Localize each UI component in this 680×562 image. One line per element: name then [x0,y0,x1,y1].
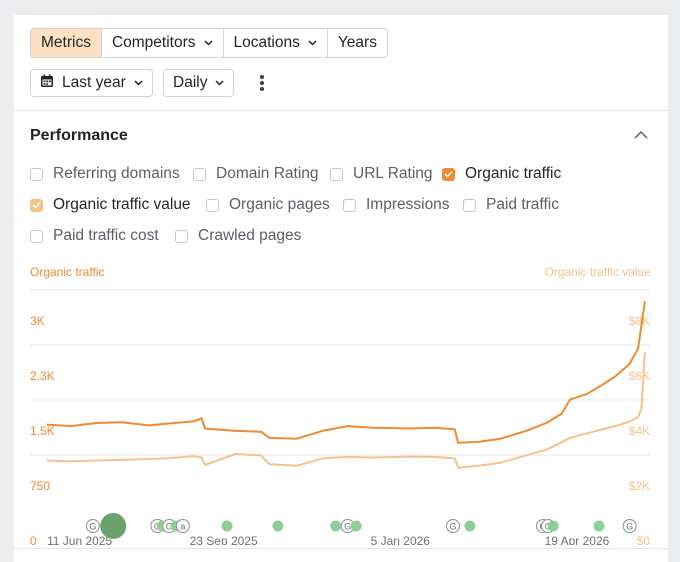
checkbox-box[interactable] [193,167,206,181]
tab-metrics[interactable]: Metrics [31,29,102,57]
more-vertical-icon[interactable] [254,72,270,94]
event-marker[interactable] [547,520,559,532]
marker-glyph: G [344,522,351,532]
tab-metrics-label: Metrics [41,34,91,51]
event-marker[interactable] [464,520,476,532]
checkbox-label: Impressions [366,196,450,213]
checkbox-organic-traffic-value[interactable]: Organic traffic value [30,196,191,214]
tab-competitors-label: Competitors [111,34,196,51]
series-line-organic-traffic [46,300,646,444]
checkbox-box[interactable] [30,198,43,212]
checkbox-organic-traffic[interactable]: Organic traffic [442,165,561,183]
checkbox-label: URL Rating [353,165,433,182]
event-marker[interactable] [350,520,362,532]
tab-locations[interactable]: Locations [224,29,328,57]
section-title: Performance [30,127,128,144]
checkbox-box[interactable] [442,167,455,181]
x-tick-label: 19 Apr 2026 [545,534,610,545]
left-tick-label: 3K [30,314,45,328]
event-marker-large[interactable] [100,513,127,539]
right-tick-label: $0 [637,534,651,545]
right-tick-label: $2K [629,479,650,493]
checkbox-impressions[interactable]: Impressions [343,196,450,214]
marker-glyph: G [89,522,96,532]
right-tick-label: $8K [629,314,650,328]
left-tick-label: 750 [30,479,50,493]
checkbox-label: Domain Rating [216,165,319,182]
chevron-up-icon[interactable] [633,128,649,142]
check-icon [444,170,453,178]
checkbox-label: Organic traffic value [53,196,191,213]
period-label: Last year [62,74,126,91]
right-tick-label: $4K [629,424,650,438]
tab-competitors[interactable]: Competitors [102,29,224,57]
checkbox-url-rating[interactable]: URL Rating [330,165,433,183]
checkbox-domain-rating[interactable]: Domain Rating [193,165,319,183]
marker-glyph: G [449,522,456,532]
calendar-icon [40,74,54,93]
marker-glyph: G [626,522,633,532]
left-tick-label: 1.5K [30,424,55,438]
right-tick-label: $6K [629,369,650,383]
checkbox-crawled-pages[interactable]: Crawled pages [175,227,301,245]
chevron-down-icon [215,80,224,86]
period-select[interactable]: Last year [30,69,153,97]
checkbox-box[interactable] [30,167,43,181]
checkbox-label: Crawled pages [198,227,302,244]
left-tick-label: 2.3K [30,369,55,383]
site-explorer-panel: Metrics Competitors Locations Years Last… [14,15,668,562]
interval-label: Daily [173,74,208,91]
checkbox-paid-traffic-cost[interactable]: Paid traffic cost [30,227,159,245]
marker-glyph: a [180,522,185,532]
checkbox-box[interactable] [30,229,43,243]
tab-locations-label: Locations [233,34,300,51]
check-icon [32,201,41,209]
x-tick-label: 11 Jun 2025 [47,534,112,545]
checkbox-label: Organic traffic [465,165,562,182]
toolbar: Metrics Competitors Locations Years Last… [14,15,668,110]
interval-select[interactable]: Daily [163,69,235,97]
checkbox-paid-traffic[interactable]: Paid traffic [463,196,559,214]
checkbox-box[interactable] [463,198,476,212]
event-marker[interactable] [593,520,605,532]
event-marker[interactable] [330,520,342,532]
checkbox-label: Paid traffic [486,196,559,213]
performance-chart: 3K $8K 2.3K $6K 1.5K $4K 750 $2K 0 $0 11 Jun 2025 2… [30,289,651,545]
divider [14,548,668,549]
checkbox-referring-domains[interactable]: Referring domains [30,165,180,183]
checkbox-organic-pages[interactable]: Organic pages [206,196,330,214]
x-tick-label: 23 Sep 2025 [190,534,258,545]
event-marker[interactable] [272,520,284,532]
x-tick-label: 5 Jan 2026 [371,534,431,545]
event-marker[interactable] [221,520,233,532]
chevron-down-icon [308,40,317,46]
checkbox-label: Paid traffic cost [53,227,159,244]
checkbox-box[interactable] [206,198,219,212]
divider [14,110,668,111]
checkbox-box[interactable] [175,229,188,243]
checkbox-box[interactable] [343,198,356,212]
chevron-down-icon [134,80,143,86]
checkbox-label: Organic pages [229,196,330,213]
series-line-organic-traffic-value [46,352,646,469]
left-tick-label: 0 [30,534,37,545]
view-switcher: Metrics Competitors Locations Years [30,28,388,58]
checkbox-label: Referring domains [53,165,180,182]
tab-years-label: Years [337,34,377,51]
tab-years[interactable]: Years [328,29,387,57]
checkbox-box[interactable] [330,167,343,181]
chevron-down-icon [203,40,213,46]
